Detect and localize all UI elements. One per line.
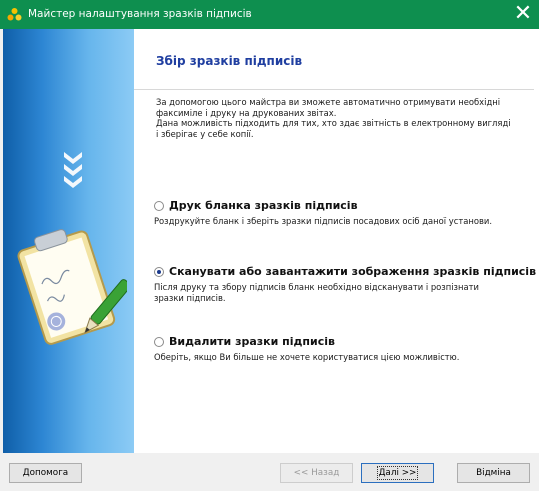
option-description: Після друку та збору підписів бланк необ…	[154, 282, 524, 303]
cancel-button[interactable]: Відміна	[457, 463, 530, 483]
wizard-window: Майстер налаштування зразків підписів ✕	[0, 0, 539, 491]
next-button[interactable]: Далі >>	[361, 463, 434, 483]
option-description-line: Оберіть, якщо Ви більше не хочете корист…	[154, 352, 460, 362]
clipboard-signature-icon	[17, 229, 127, 345]
option-description-line: зразки підписів.	[154, 292, 226, 303]
window-title: Майстер налаштування зразків підписів	[28, 8, 252, 20]
radio-print-form[interactable]	[154, 201, 164, 211]
back-button[interactable]: << Назад	[280, 463, 353, 483]
intro-line: факсиміле і друку на друкованих звітах.	[156, 107, 337, 118]
page-header: Збір зразків підписів	[134, 29, 534, 90]
app-icon	[7, 8, 22, 21]
button-bar: Допомога << Назад Далі >> Відміна	[0, 453, 539, 491]
radio-delete-samples[interactable]	[154, 337, 164, 347]
option-label[interactable]: Друк бланка зразків підписів	[169, 199, 358, 212]
wizard-page: Збір зразків підписів За допомогою цього…	[134, 29, 539, 453]
radio-scan-upload[interactable]	[154, 267, 164, 277]
page-title: Збір зразків підписів	[156, 54, 303, 68]
wizard-side-banner	[3, 29, 134, 453]
option-description-line: Після друку та збору підписів бланк необ…	[154, 282, 479, 292]
next-button-label: Далі >>	[376, 466, 419, 480]
close-icon[interactable]: ✕	[507, 0, 539, 29]
chevrons-down-icon	[64, 152, 82, 188]
option-description-line: Роздрукуйте бланк і зберіть зразки підпи…	[154, 216, 492, 226]
option-description: Оберіть, якщо Ви більше не хочете корист…	[154, 352, 524, 363]
help-button[interactable]: Допомога	[9, 463, 82, 483]
option-description: Роздрукуйте бланк і зберіть зразки підпи…	[154, 216, 524, 227]
option-label[interactable]: Видалити зразки підписів	[169, 335, 335, 348]
title-bar[interactable]: Майстер налаштування зразків підписів ✕	[0, 0, 539, 29]
option-label[interactable]: Сканувати або завантажити зображення зра…	[169, 265, 536, 278]
intro-line: За допомогою цього майстра ви зможете ав…	[156, 97, 501, 107]
intro-text: За допомогою цього майстра ви зможете ав…	[156, 97, 531, 139]
intro-line: Дана можливість підходить для тих, хто з…	[156, 118, 511, 128]
intro-line: і зберігає у себе копії.	[156, 128, 254, 139]
